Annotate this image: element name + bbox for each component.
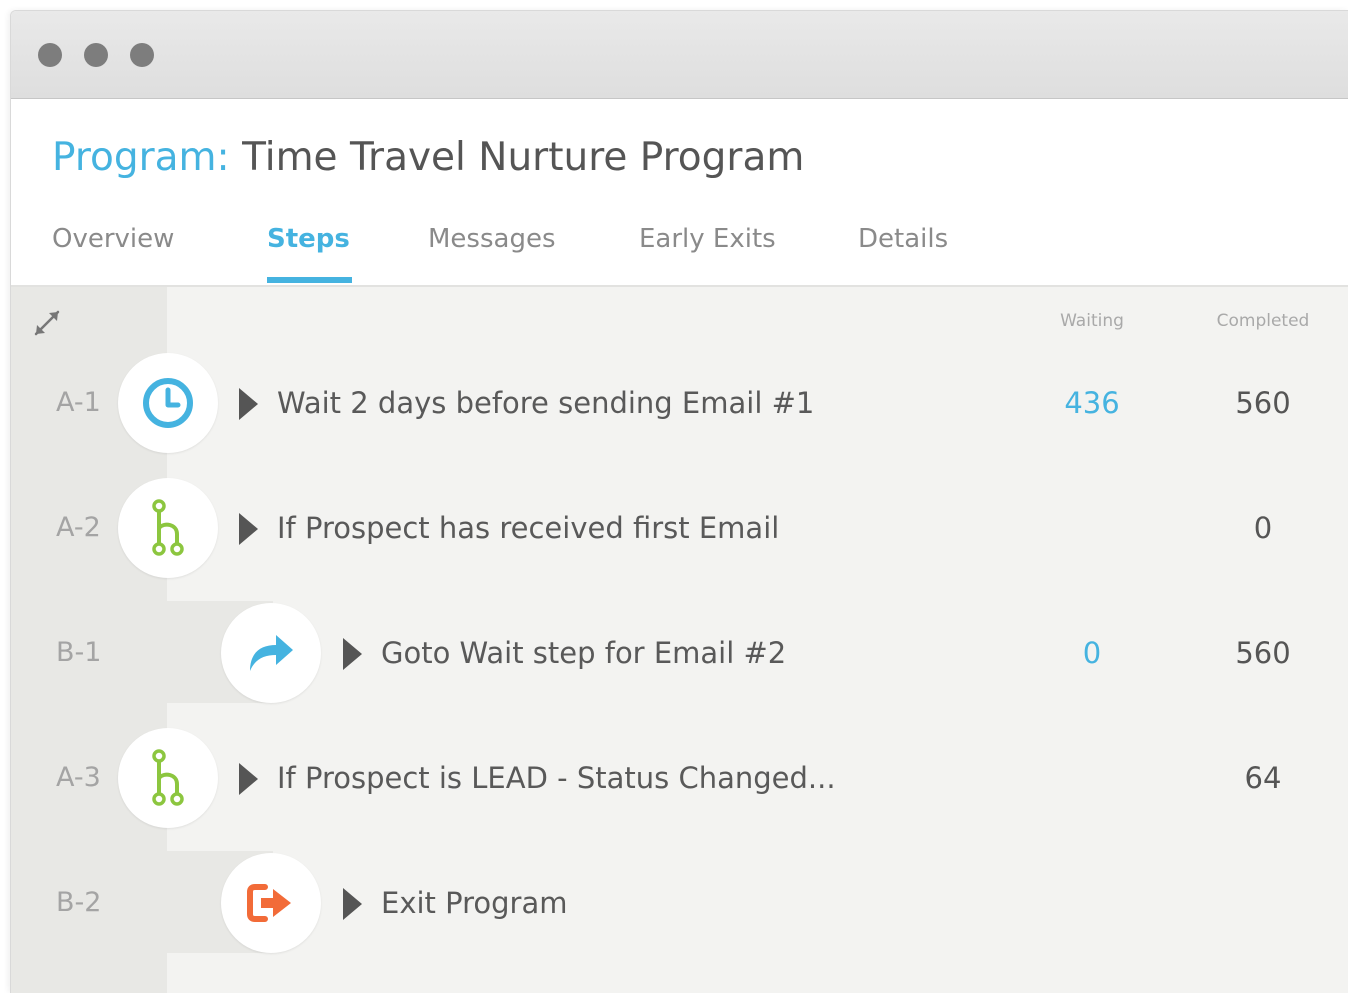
- expand-step-caret[interactable]: [343, 888, 362, 920]
- tab-details[interactable]: Details: [858, 221, 948, 257]
- step-id: B-1: [56, 637, 102, 668]
- expand-step-caret[interactable]: [239, 513, 258, 545]
- step-icon-badge: [118, 353, 218, 453]
- step-label[interactable]: Goto Wait step for Email #2: [381, 632, 786, 674]
- step-icon-badge: [118, 478, 218, 578]
- step-id: A-1: [56, 387, 101, 418]
- step-icon-badge: [118, 728, 218, 828]
- program-name: Time Travel Nurture Program: [242, 135, 805, 180]
- step-id: A-3: [56, 762, 101, 793]
- clock-icon: [143, 378, 193, 428]
- app-window: Program: Time Travel Nurture Program Ove…: [10, 10, 1348, 993]
- completed-count: 560: [1235, 636, 1291, 670]
- step-icon-badge: [221, 603, 321, 703]
- completed-count: 560: [1235, 386, 1291, 420]
- step-label[interactable]: Wait 2 days before sending Email #1: [277, 382, 814, 424]
- waiting-column-header: Waiting: [1060, 311, 1124, 331]
- step-row[interactable]: A-2 If Prospect has received first Email…: [11, 477, 1348, 579]
- waiting-count[interactable]: 0: [1032, 632, 1152, 674]
- steps-panel: Waiting Completed A-1 Wait 2 days before…: [11, 287, 1348, 993]
- step-label[interactable]: Exit Program: [381, 882, 568, 924]
- program-header: Program: Time Travel Nurture Program Ove…: [11, 99, 1348, 287]
- step-label[interactable]: If Prospect has received first Email: [277, 507, 779, 549]
- branch-icon: [152, 499, 184, 556]
- completed-count: 64: [1244, 761, 1282, 795]
- goto-arrow-icon: [250, 635, 293, 671]
- step-id: B-2: [56, 887, 102, 918]
- tab-overview[interactable]: Overview: [52, 221, 174, 257]
- step-row[interactable]: A-3 If Prospect is LEAD - Status Changed…: [11, 727, 1348, 829]
- completed-column-header: Completed: [1216, 311, 1310, 331]
- expand-step-caret[interactable]: [239, 388, 258, 420]
- step-row[interactable]: B-2 Exit Program: [11, 852, 1348, 954]
- step-label[interactable]: If Prospect is LEAD - Status Changed...: [277, 757, 836, 799]
- close-window-button[interactable]: [38, 43, 62, 67]
- exit-icon: [247, 884, 291, 922]
- maximize-window-button[interactable]: [130, 43, 154, 67]
- minimize-window-button[interactable]: [84, 43, 108, 67]
- active-tab-indicator: [267, 277, 352, 283]
- tab-messages[interactable]: Messages: [428, 221, 556, 257]
- step-id: A-2: [56, 512, 101, 543]
- waiting-count[interactable]: 436: [1032, 382, 1152, 424]
- title-bar: [11, 11, 1348, 99]
- expand-icon[interactable]: [31, 307, 63, 339]
- tab-early-exits[interactable]: Early Exits: [639, 221, 776, 257]
- program-label: Program:: [52, 135, 230, 180]
- step-row[interactable]: B-1 Goto Wait step for Email #2 0 560: [11, 602, 1348, 704]
- step-row[interactable]: A-1 Wait 2 days before sending Email #1 …: [11, 352, 1348, 454]
- page-title: Program: Time Travel Nurture Program: [52, 133, 804, 183]
- completed-count: 0: [1253, 511, 1273, 545]
- tab-steps[interactable]: Steps: [267, 221, 350, 257]
- branch-icon: [152, 749, 184, 806]
- expand-step-caret[interactable]: [343, 638, 362, 670]
- expand-step-caret[interactable]: [239, 763, 258, 795]
- step-icon-badge: [221, 853, 321, 953]
